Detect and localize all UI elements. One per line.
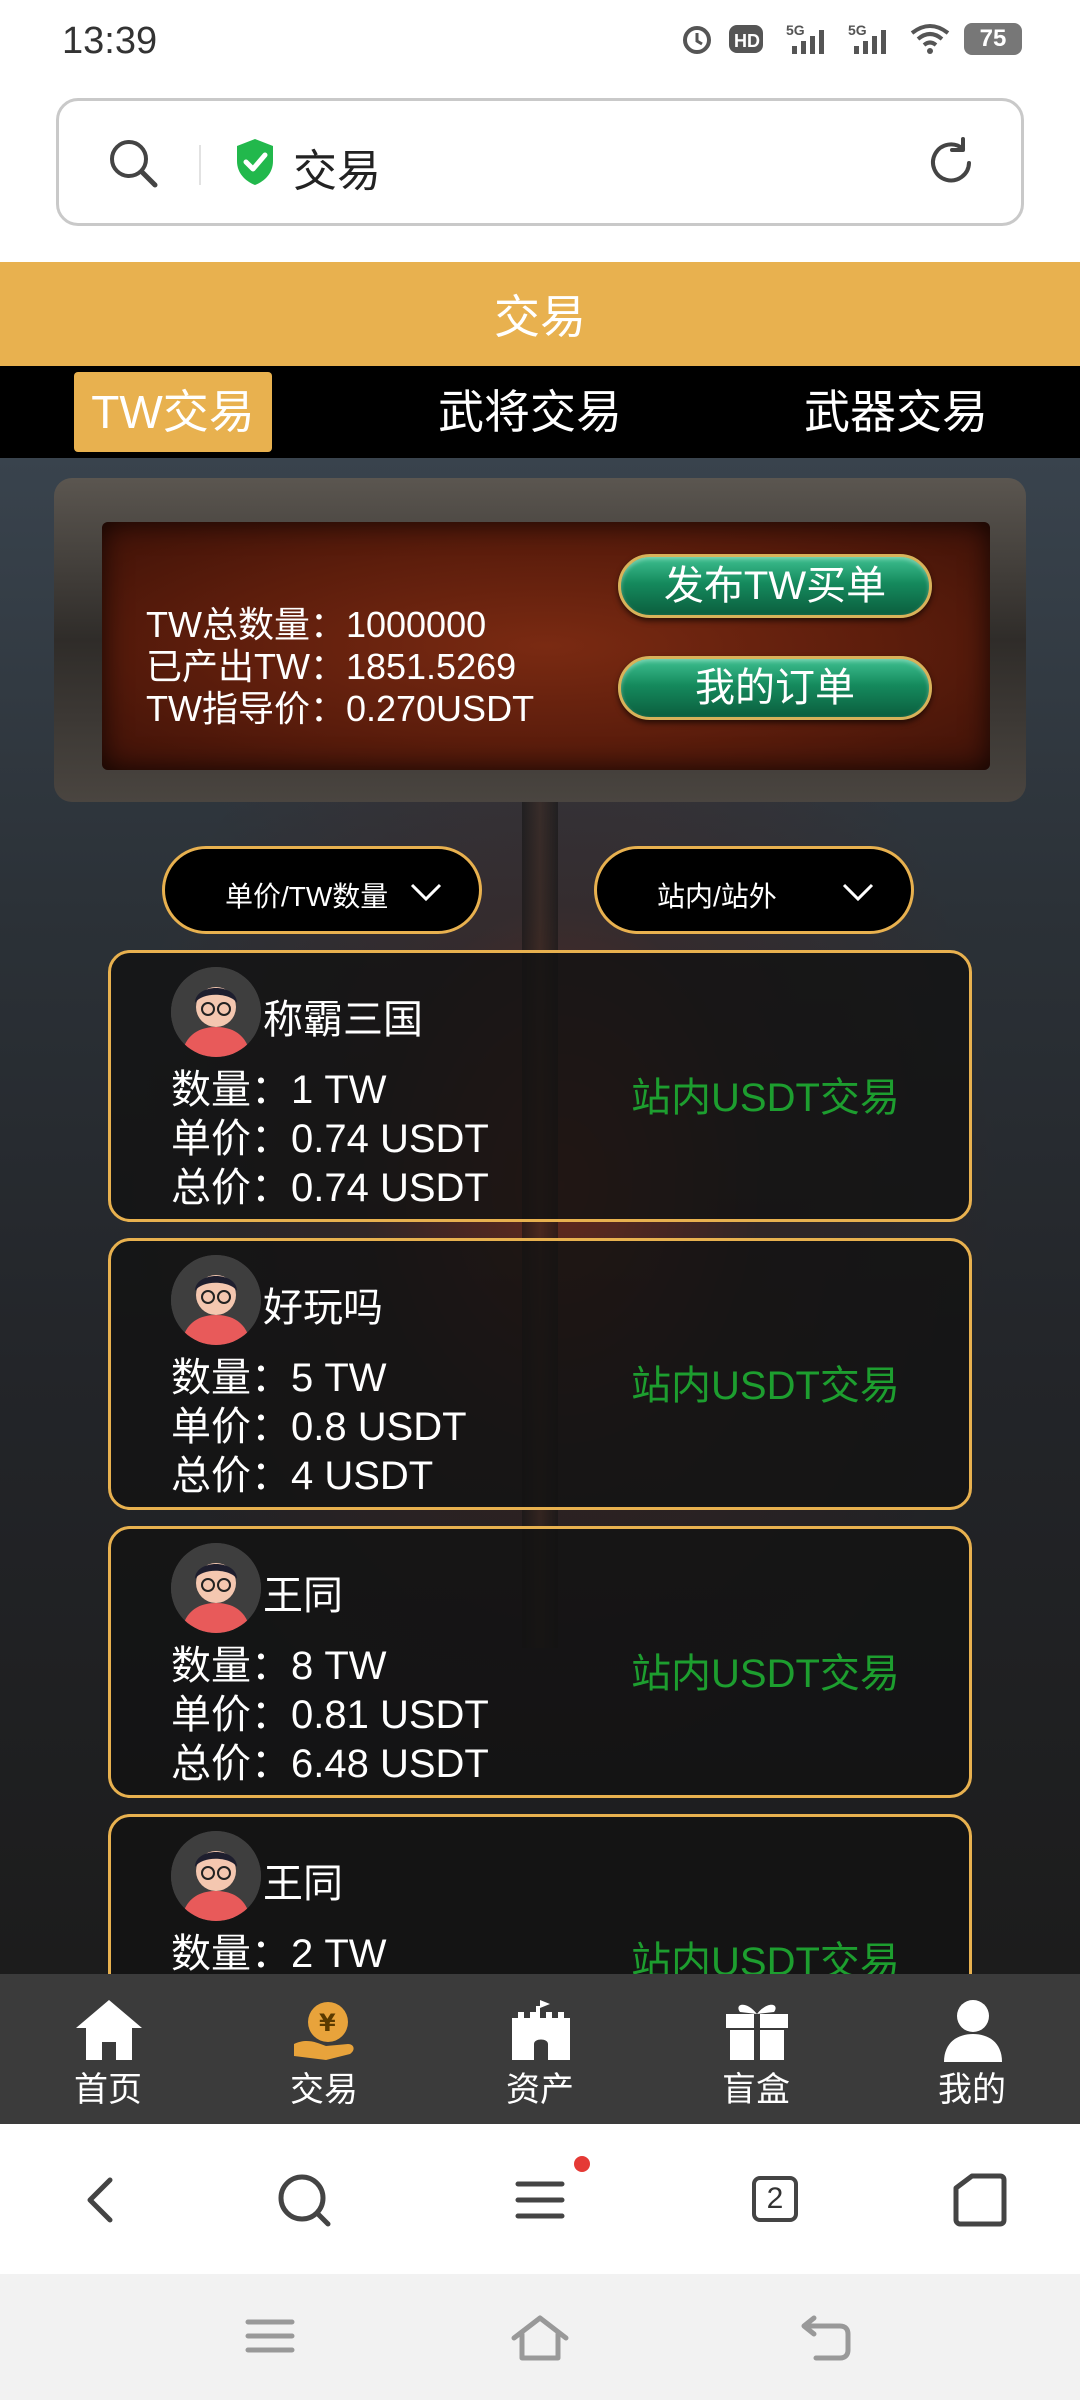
bottom-nav: 首页 ¥ 交易 资产 盲盒 我的 <box>0 1974 1080 2124</box>
listing-card[interactable]: 称霸三国 数量：1 TW 单价：0.74 USDT 总价：0.74 USDT 站… <box>108 950 972 1222</box>
back-icon[interactable] <box>70 2168 134 2232</box>
system-nav <box>0 2274 1080 2400</box>
address-divider <box>199 145 201 185</box>
avatar <box>171 1255 261 1345</box>
nav-assets[interactable]: 资产 <box>432 1974 648 2124</box>
scope-dropdown[interactable]: 站内/站外 <box>594 846 914 934</box>
gift-icon <box>722 1998 792 2062</box>
system-back-icon[interactable] <box>798 2314 854 2367</box>
home-icon[interactable] <box>948 2168 1012 2232</box>
notification-dot <box>574 2156 590 2172</box>
listing-card[interactable]: 王同 数量：8 TW 单价：0.81 USDT 总价：6.48 USDT 站内U… <box>108 1526 972 1798</box>
avatar <box>171 1543 261 1633</box>
home-icon <box>74 1998 144 2062</box>
sort-dropdown-label: 单价/TW数量 <box>225 881 389 912</box>
trade-coin-icon: ¥ <box>290 1998 360 2062</box>
listing-total-price: 总价：4 USDT <box>171 1454 434 1498</box>
seller-name: 好玩吗 <box>263 1286 383 1330</box>
tw-guide-price: TW指导价：0.270USDT <box>146 688 535 729</box>
svg-text:5G: 5G <box>848 22 867 38</box>
info-panel: TW总数量：1000000 已产出TW：1851.5269 TW指导价：0.27… <box>54 478 1026 802</box>
seller-name: 王同 <box>263 1574 343 1618</box>
castle-icon <box>506 1998 576 2062</box>
battery-icon: 75 <box>964 23 1022 55</box>
nav-mine[interactable]: 我的 <box>864 1974 1080 2124</box>
listing-total-price: 总价：0.74 USDT <box>171 1166 489 1210</box>
tab-weapon-trade[interactable]: 武器交易 <box>786 372 1006 452</box>
chevron-down-icon <box>409 879 443 911</box>
status-bar: 13:39 HD 5G 5G 75 <box>0 0 1080 86</box>
system-home-icon[interactable] <box>508 2314 572 2367</box>
hd-icon: HD <box>728 22 772 56</box>
listing-card[interactable]: 好玩吗 数量：5 TW 单价：0.8 USDT 总价：4 USDT 站内USDT… <box>108 1238 972 1510</box>
seller-name: 称霸三国 <box>263 998 423 1042</box>
status-icons: HD 5G 5G 75 <box>680 22 1022 56</box>
search-icon[interactable] <box>105 135 161 196</box>
tabs-icon[interactable]: 2 <box>752 2176 798 2222</box>
trade-type-link[interactable]: 站内USDT交易 <box>631 1353 900 1411</box>
scope-dropdown-label: 站内/站外 <box>657 881 777 912</box>
nav-blindbox-label: 盲盒 <box>722 2071 790 2109</box>
nav-trade[interactable]: ¥ 交易 <box>216 1974 432 2124</box>
publish-tw-buy-button[interactable]: 发布TW买单 <box>618 554 932 618</box>
wifi-icon <box>910 22 950 56</box>
alarm-icon <box>680 22 714 56</box>
user-icon <box>938 1998 1008 2062</box>
tw-total: TW总数量：1000000 <box>146 604 487 645</box>
trade-type-link[interactable]: 站内USDT交易 <box>631 1641 900 1699</box>
chevron-down-icon <box>841 879 875 911</box>
nav-assets-label: 资产 <box>506 2071 574 2109</box>
seller-name: 王同 <box>263 1862 343 1906</box>
signal-5g-icon: 5G <box>786 22 834 56</box>
recents-icon[interactable] <box>244 2314 296 2363</box>
trade-type-link[interactable]: 站内USDT交易 <box>631 1929 900 1974</box>
avatar <box>171 967 261 1057</box>
page-title: 交易 <box>0 262 1080 366</box>
nav-blindbox[interactable]: 盲盒 <box>648 1974 864 2124</box>
status-time: 13:39 <box>62 20 158 62</box>
trade-type-link[interactable]: 站内USDT交易 <box>631 1065 900 1123</box>
listing-quantity: 数量：2 TW <box>171 1932 387 1974</box>
nav-mine-label: 我的 <box>938 2071 1006 2109</box>
trade-content[interactable]: TW总数量：1000000 已产出TW：1851.5269 TW指导价：0.27… <box>0 458 1080 1974</box>
tw-produced: 已产出TW：1851.5269 <box>146 646 517 687</box>
nav-home[interactable]: 首页 <box>0 1974 216 2124</box>
shield-check-icon <box>233 137 277 192</box>
tab-bar: TW交易 武将交易 武器交易 <box>0 366 1080 458</box>
nav-trade-label: 交易 <box>290 2071 358 2109</box>
svg-text:5G: 5G <box>786 22 805 38</box>
svg-text:HD: HD <box>734 31 760 51</box>
listing-card[interactable]: 王同 数量：2 TW 站内USDT交易 <box>108 1814 972 1974</box>
address-bar[interactable]: 交易 <box>56 98 1024 226</box>
tab-general-trade[interactable]: 武将交易 <box>420 372 640 452</box>
browser-toolbar: 2 <box>0 2124 1080 2274</box>
nav-home-label: 首页 <box>74 2071 142 2109</box>
avatar <box>171 1831 261 1921</box>
search-icon[interactable] <box>272 2168 336 2232</box>
my-orders-button[interactable]: 我的订单 <box>618 656 932 720</box>
info-lines: TW总数量：1000000 已产出TW：1851.5269 TW指导价：0.27… <box>146 604 534 730</box>
address-text[interactable]: 交易 <box>293 135 381 199</box>
menu-icon[interactable] <box>508 2168 572 2232</box>
tab-tw-trade[interactable]: TW交易 <box>74 372 272 452</box>
sort-dropdown[interactable]: 单价/TW数量 <box>162 846 482 934</box>
signal-5g-icon: 5G <box>848 22 896 56</box>
refresh-icon[interactable] <box>923 135 979 196</box>
svg-text:¥: ¥ <box>319 2009 336 2037</box>
listing-total-price: 总价：6.48 USDT <box>171 1742 489 1786</box>
